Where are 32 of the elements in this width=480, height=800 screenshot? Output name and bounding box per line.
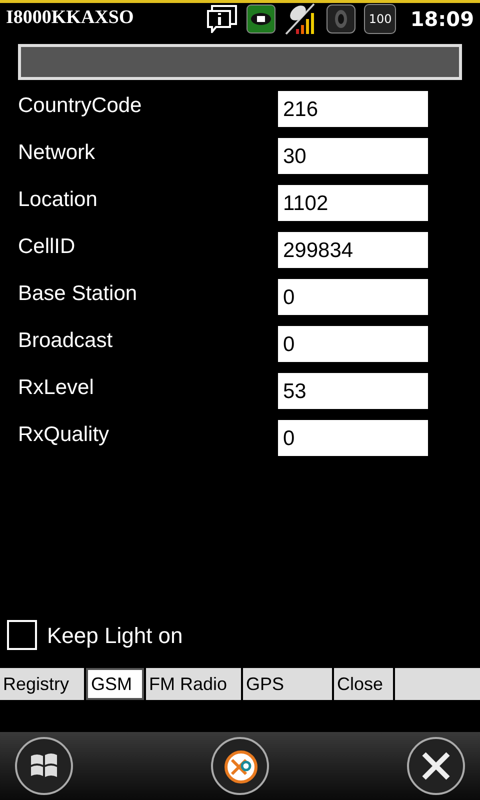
field-label: Broadcast bbox=[18, 328, 114, 354]
field-label: Location bbox=[18, 187, 98, 213]
tab[interactable]: FM Radio bbox=[146, 668, 241, 700]
tab[interactable]: Close bbox=[334, 668, 393, 700]
value-field[interactable]: 30 bbox=[278, 138, 428, 174]
field-label: CountryCode bbox=[18, 93, 143, 119]
speaker-icon[interactable] bbox=[326, 4, 356, 34]
tab[interactable]: Registry bbox=[0, 668, 84, 700]
clock: 18:09 bbox=[410, 6, 474, 32]
start-button[interactable] bbox=[14, 736, 74, 796]
value-field[interactable]: 0 bbox=[278, 326, 428, 362]
field-label: RxLevel bbox=[18, 375, 95, 401]
value-field[interactable]: 0 bbox=[278, 420, 428, 456]
checkbox[interactable] bbox=[7, 620, 37, 650]
field-label: RxQuality bbox=[18, 422, 110, 448]
checkbox-label: Keep Light on bbox=[47, 622, 183, 650]
notification-icon[interactable] bbox=[206, 4, 238, 32]
device-title: I8000KKAXSO bbox=[6, 6, 135, 30]
field-label: CellID bbox=[18, 234, 76, 260]
battery-indicator[interactable]: 100 bbox=[364, 4, 396, 34]
tab[interactable]: GSM bbox=[86, 668, 144, 700]
value-field[interactable]: 1102 bbox=[278, 185, 428, 221]
value-field[interactable]: 216 bbox=[278, 91, 428, 127]
close-button[interactable] bbox=[406, 736, 466, 796]
wifi-icon[interactable] bbox=[246, 4, 276, 34]
value-field[interactable]: 53 bbox=[278, 373, 428, 409]
tab[interactable]: GPS bbox=[243, 668, 332, 700]
keyboard-logo-button[interactable] bbox=[210, 736, 270, 796]
field-label: Network bbox=[18, 140, 96, 166]
value-field[interactable]: 299834 bbox=[278, 232, 428, 268]
field-label: Base Station bbox=[18, 281, 138, 307]
value-field[interactable]: 0 bbox=[278, 279, 428, 315]
